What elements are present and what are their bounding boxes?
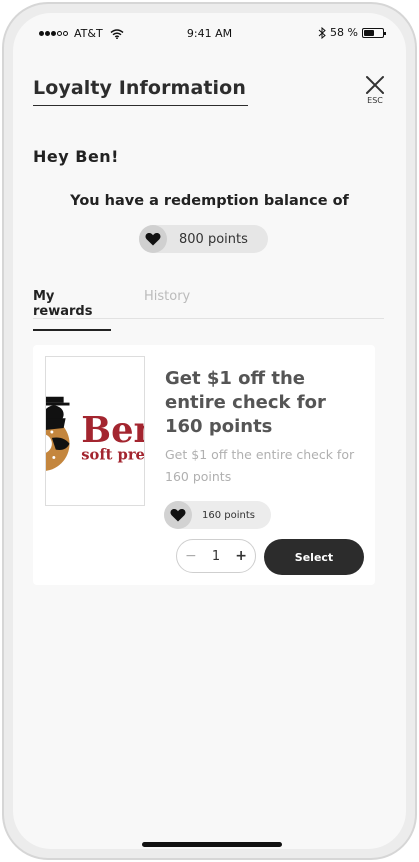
app-screen: AT&T 9:41 AM 58 % Loyalty Information ES… [13, 13, 406, 849]
balance-points-badge: 800 points [139, 225, 268, 253]
decrement-button[interactable]: − [185, 548, 197, 564]
status-bar: AT&T 9:41 AM 58 % [13, 13, 406, 53]
home-indicator [142, 842, 282, 847]
page-title: Loyalty Information [33, 77, 248, 106]
bluetooth-icon [318, 26, 326, 39]
heart-badge [139, 225, 167, 253]
increment-button[interactable]: + [235, 548, 247, 564]
greeting-text: Hey Ben! [33, 147, 119, 166]
svg-text:Ben: Ben [81, 410, 144, 451]
quantity-value: 1 [211, 548, 221, 564]
reward-points-badge: 160 points [164, 501, 271, 529]
select-button[interactable]: Select [264, 539, 364, 575]
close-icon [366, 76, 384, 94]
heart-icon [170, 508, 186, 522]
battery-percent: 58 % [330, 26, 358, 39]
tab-my-rewards[interactable]: My rewards [33, 289, 111, 331]
tab-history[interactable]: History [144, 289, 190, 314]
tab-bar: My rewards History [33, 289, 384, 331]
svg-text:soft pre: soft pre [81, 446, 144, 463]
heart-badge [164, 501, 192, 529]
reward-description: Get $1 off the entire check for 160 poin… [165, 447, 355, 484]
heart-icon [145, 232, 161, 246]
esc-label: ESC [367, 96, 383, 105]
battery-icon [362, 27, 386, 38]
quantity-stepper: − 1 + [176, 539, 256, 573]
reward-logo-image: Ben soft pre [45, 356, 145, 506]
reward-card[interactable]: Ben soft pre Get $1 off the entire check… [33, 345, 375, 585]
status-right: 58 % [318, 26, 386, 39]
brand-logo-icon: Ben soft pre [46, 396, 144, 471]
reward-title: Get $1 off the entire check for 160 poin… [165, 368, 326, 437]
close-button[interactable]: ESC [362, 75, 388, 105]
reward-points-value: 160 points [202, 509, 255, 521]
balance-text: You have a redemption balance of [70, 193, 349, 209]
battery-fill [364, 29, 375, 36]
balance-points-value: 800 points [179, 231, 248, 247]
